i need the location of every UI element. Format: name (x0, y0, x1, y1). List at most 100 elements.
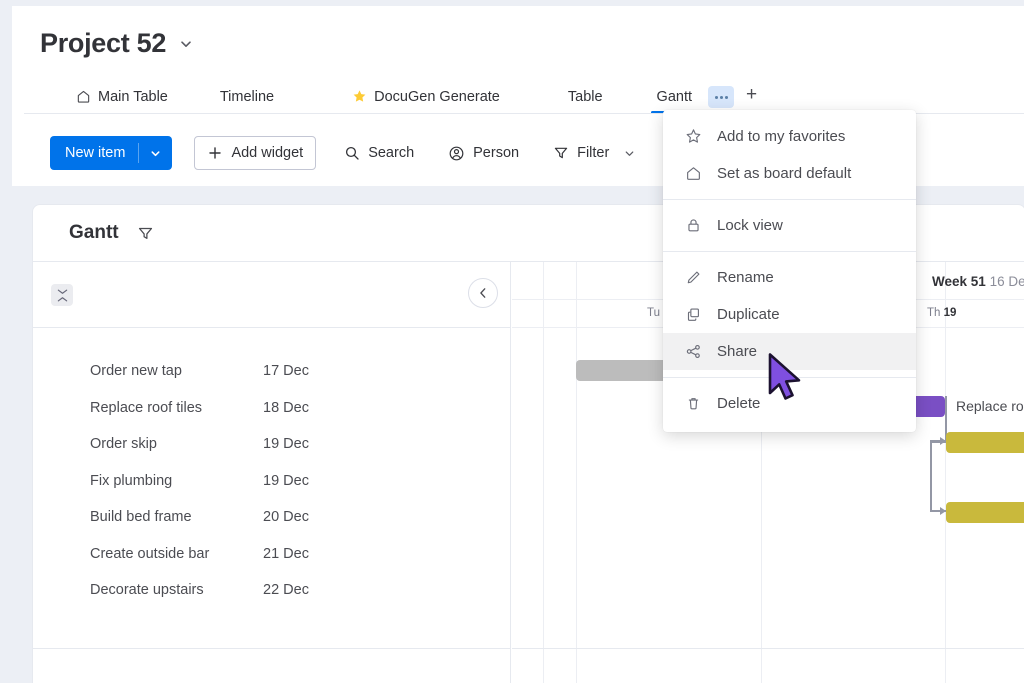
gantt-task-pane: Order new tap 17 Dec Replace roof tiles … (33, 262, 511, 683)
person-label: Person (473, 145, 520, 161)
dependency-line (930, 440, 932, 511)
menu-divider (663, 199, 916, 200)
week-label: Week 51 16 Dec (932, 274, 1024, 289)
day-label: Th 19 (927, 307, 956, 319)
page-title: Project 52 (40, 28, 167, 58)
filter-button[interactable]: Filter (541, 136, 648, 170)
table-row[interactable]: Order new tap 17 Dec (33, 353, 510, 390)
table-row[interactable]: Build bed frame 20 Dec (33, 499, 510, 536)
menu-item-share[interactable]: Share (663, 333, 916, 370)
timeline-bottom-divider (512, 648, 1024, 649)
search-label: Search (368, 145, 415, 161)
collapse-rows-icon[interactable] (51, 284, 73, 306)
week-start-date: 16 Dec (989, 274, 1024, 289)
task-name: Decorate upstairs (90, 582, 204, 599)
home-icon (76, 89, 91, 104)
duplicate-icon (685, 306, 703, 323)
task-date: 19 Dec (263, 436, 309, 453)
table-row[interactable]: Fix plumbing 19 Dec (33, 463, 510, 500)
task-date: 20 Dec (263, 509, 309, 526)
tab-label: Main Table (98, 88, 168, 105)
tab-docugen-generate[interactable]: DocuGen Generate (338, 81, 514, 112)
tab-gantt[interactable]: Gantt (643, 81, 706, 114)
person-icon (448, 145, 465, 162)
tab-label: Gantt (656, 88, 693, 105)
gantt-title: Gantt (69, 222, 119, 243)
chevron-down-icon[interactable] (178, 36, 194, 52)
task-date: 17 Dec (263, 363, 309, 380)
menu-item-set-as-board-default[interactable]: Set as board default (663, 155, 916, 192)
task-name: Fix plumbing (90, 472, 173, 489)
board-title-row: Project 52 (40, 28, 194, 59)
table-row[interactable]: Create outside bar 21 Dec (33, 536, 510, 573)
menu-item-delete[interactable]: Delete (663, 385, 916, 422)
dot (724, 95, 728, 99)
task-pane-header (33, 262, 510, 328)
table-row[interactable]: Decorate upstairs 22 Dec (33, 572, 510, 609)
day-prefix: Th (927, 307, 941, 319)
task-name: Replace roof tiles (90, 399, 203, 416)
day-prefix: Tu (647, 307, 660, 319)
menu-divider (663, 377, 916, 378)
table-row[interactable]: Replace roof tiles 18 Dec (33, 390, 510, 427)
plus-icon (207, 145, 223, 161)
menu-item-lock-view[interactable]: Lock view (663, 207, 916, 244)
gantt-bar-fix-plumbing[interactable] (946, 502, 1024, 523)
task-date: 19 Dec (263, 472, 309, 489)
filter-icon[interactable] (137, 225, 154, 242)
tab-label: Table (567, 88, 603, 105)
day-number: 19 (943, 307, 957, 319)
lock-icon (685, 217, 703, 234)
task-name: Create outside bar (90, 545, 210, 562)
star-filled-icon (352, 89, 367, 104)
board-toolbar: New item Add widget Search Person Filter (50, 136, 648, 170)
menu-item-label: Lock view (717, 217, 783, 234)
menu-item-label: Set as board default (717, 165, 852, 182)
share-icon (685, 343, 703, 360)
person-button[interactable]: Person (436, 136, 531, 170)
gantt-bar-label: Replace roof t (956, 398, 1024, 414)
add-widget-button[interactable]: Add widget (194, 136, 317, 170)
menu-item-label: Add to my favorites (717, 128, 846, 145)
tab-label: DocuGen Generate (374, 88, 500, 105)
chevron-left-icon[interactable] (468, 278, 498, 308)
menu-item-label: Rename (717, 269, 774, 286)
tab-timeline[interactable]: Timeline (206, 81, 288, 112)
task-name: Build bed frame (90, 509, 192, 526)
week-number: Week 51 (932, 274, 986, 289)
tab-more-options-button[interactable] (708, 86, 735, 108)
new-item-label: New item (65, 145, 126, 161)
table-row[interactable]: Order skip 19 Dec (33, 426, 510, 463)
tab-main-table[interactable]: Main Table (62, 81, 182, 112)
view-options-menu: Add to my favorites Set as board default… (663, 110, 916, 432)
chevron-down-icon[interactable] (139, 147, 172, 160)
trash-icon (685, 395, 703, 412)
window-left-strip (0, 0, 12, 683)
task-name: Order new tap (90, 363, 182, 380)
app-window: Project 52 Main Table Timeline DocuGen G… (0, 0, 1024, 683)
task-list: Order new tap 17 Dec Replace roof tiles … (33, 328, 510, 683)
menu-item-label: Share (717, 343, 758, 360)
filter-label: Filter (577, 145, 610, 161)
home-icon (685, 165, 703, 182)
dot (719, 95, 723, 99)
task-date: 18 Dec (263, 399, 309, 416)
search-button[interactable]: Search (332, 136, 426, 170)
task-date: 22 Dec (263, 582, 309, 599)
chevron-down-icon[interactable] (623, 147, 636, 160)
menu-item-rename[interactable]: Rename (663, 259, 916, 296)
menu-item-label: Delete (717, 395, 761, 412)
add-view-button[interactable]: + (734, 81, 769, 109)
menu-divider (663, 251, 916, 252)
search-icon (344, 145, 360, 161)
menu-item-add-to-my-favorites[interactable]: Add to my favorites (663, 118, 916, 155)
tab-label: Timeline (219, 88, 275, 105)
task-date: 21 Dec (263, 545, 309, 562)
gantt-bar-order-skip[interactable] (946, 432, 1024, 453)
menu-item-duplicate[interactable]: Duplicate (663, 296, 916, 333)
task-name: Order skip (90, 436, 157, 453)
new-item-button[interactable]: New item (50, 136, 173, 170)
tab-table[interactable]: Table (554, 81, 617, 112)
add-widget-label: Add widget (231, 145, 304, 161)
